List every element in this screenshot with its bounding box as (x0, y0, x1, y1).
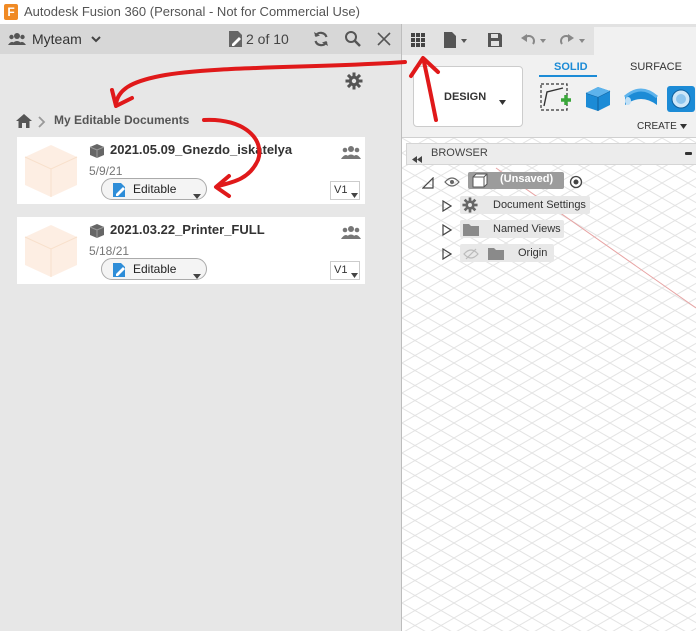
pencil-icon (112, 182, 128, 203)
document-thumbnail[interactable] (23, 223, 79, 279)
application-toolbar (402, 24, 696, 55)
create-menu-label: CREATE (637, 121, 677, 132)
chevron-down-icon[interactable] (90, 32, 102, 50)
editable-status-label: Editable (133, 182, 177, 196)
chevron-down-icon (351, 269, 358, 281)
browser-panel-header[interactable]: BROWSER (406, 143, 696, 165)
chevron-down-icon (193, 186, 201, 204)
refresh-icon[interactable] (312, 30, 330, 53)
title-bar: F Autodesk Fusion 360 (Personal - Not fo… (0, 0, 696, 24)
save-icon[interactable] (487, 32, 503, 53)
breadcrumb-current[interactable]: My Editable Documents (54, 113, 189, 127)
browser-title: BROWSER (431, 147, 488, 159)
tab-surface[interactable]: SURFACE (630, 61, 682, 73)
team-name[interactable]: Myteam (32, 31, 82, 47)
home-icon[interactable] (16, 114, 32, 133)
gear-icon[interactable] (345, 72, 363, 95)
pencil-icon (112, 262, 128, 283)
component-icon (472, 173, 488, 193)
file-menu-icon[interactable] (443, 31, 469, 54)
members-icon[interactable] (341, 145, 361, 164)
document-name[interactable]: 2021.03.22_Printer_FULL (110, 222, 265, 237)
version-label: V1 (334, 264, 348, 276)
tab-solid-underline (539, 75, 597, 77)
create-sketch-icon[interactable] (539, 82, 573, 121)
page-count: 2 of 10 (246, 31, 289, 47)
members-icon[interactable] (341, 225, 361, 244)
data-panel: Myteam 2 of 10 My Editable Documents 202… (0, 24, 401, 631)
workspace-switcher-button[interactable]: DESIGN (413, 66, 523, 127)
document-thumbnail[interactable] (23, 143, 79, 199)
document-card[interactable]: 2021.03.22_Printer_FULL 5/18/21 Editable… (17, 217, 365, 284)
document-date: 5/9/21 (89, 164, 123, 178)
undo-icon[interactable] (520, 32, 548, 53)
version-dropdown[interactable]: V1 (330, 181, 360, 200)
document-card[interactable]: 2021.05.09_Gnezdo_iskatelya 5/9/21 Edita… (17, 137, 365, 204)
document-date: 5/18/21 (89, 244, 130, 258)
window-title: Autodesk Fusion 360 (Personal - Not for … (24, 4, 360, 19)
breadcrumb-separator-icon (38, 115, 46, 133)
document-name[interactable]: 2021.05.09_Gnezdo_iskatelya (110, 142, 292, 157)
chevron-down-icon (351, 189, 358, 201)
redo-icon[interactable] (559, 32, 587, 53)
cube-icon (89, 223, 105, 244)
eye-icon[interactable] (444, 175, 460, 193)
3d-viewport[interactable]: BROWSER (Unsaved) Document Settings Name… (402, 138, 696, 631)
workspace-label: DESIGN (444, 91, 487, 103)
collapse-triangle-icon[interactable] (421, 176, 434, 194)
toolbar-ribbon: DESIGN SOLID SURFACE CREATE (402, 55, 696, 138)
revolve-icon[interactable] (623, 85, 659, 116)
chevron-down-icon (193, 266, 201, 284)
create-menu[interactable]: CREATE (637, 121, 687, 132)
tree-item-label: Named Views (493, 223, 561, 235)
collapse-panel-icon[interactable] (412, 150, 422, 168)
folder-icon (463, 223, 479, 241)
editable-status-label: Editable (133, 262, 177, 276)
extrude-icon[interactable] (582, 83, 612, 118)
expand-triangle-icon[interactable] (442, 199, 453, 217)
minimize-icon[interactable] (685, 152, 692, 155)
radio-icon[interactable] (569, 175, 583, 194)
document-tab[interactable] (594, 27, 696, 55)
editable-status-dropdown[interactable]: Editable (101, 178, 207, 200)
grid-icon[interactable] (410, 32, 426, 53)
search-icon[interactable] (344, 30, 362, 53)
chevron-down-icon (499, 96, 506, 108)
hole-icon[interactable] (666, 85, 696, 118)
fusion-logo-icon: F (4, 4, 18, 20)
close-icon[interactable] (376, 31, 392, 52)
tab-solid[interactable]: SOLID (554, 61, 588, 73)
team-icon[interactable] (8, 32, 26, 51)
tree-item-label: Document Settings (493, 199, 586, 211)
editable-status-dropdown[interactable]: Editable (101, 258, 207, 280)
expand-triangle-icon[interactable] (442, 247, 453, 265)
version-dropdown[interactable]: V1 (330, 261, 360, 280)
version-label: V1 (334, 184, 348, 196)
data-panel-header: Myteam 2 of 10 (0, 24, 401, 54)
gear-icon (462, 197, 478, 218)
chevron-down-icon (679, 124, 687, 129)
hidden-eye-icon[interactable] (463, 247, 479, 265)
expand-triangle-icon[interactable] (442, 223, 453, 241)
document-icon (228, 30, 244, 53)
design-workspace: DESIGN SOLID SURFACE CREATE BROWSER (Uns… (402, 24, 696, 631)
root-component-label: (Unsaved) (500, 173, 554, 185)
tree-item-label: Origin (518, 247, 548, 259)
cube-icon (89, 143, 105, 164)
folder-icon (488, 247, 504, 265)
